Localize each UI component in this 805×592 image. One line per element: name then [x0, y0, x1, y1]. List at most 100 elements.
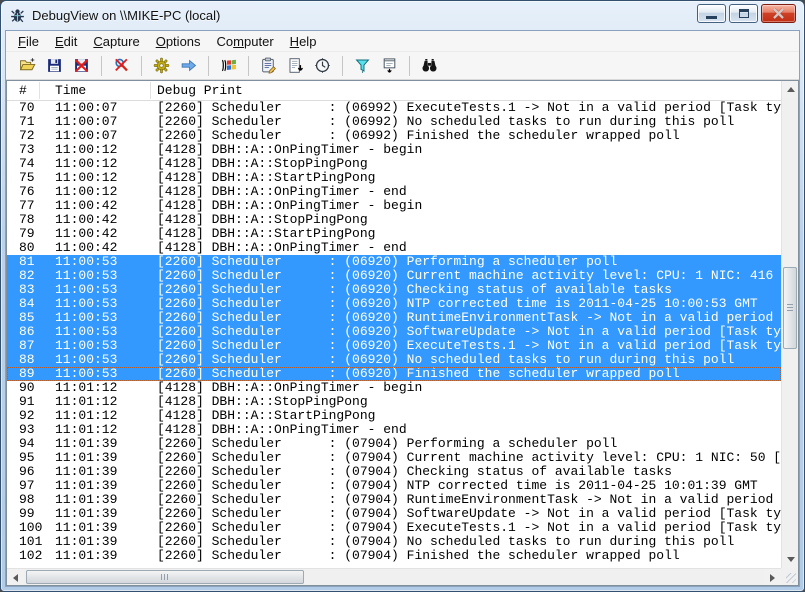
row-debug-print: [2260] Scheduler : (07904) RuntimeEnviro…	[157, 493, 781, 507]
debugview-window: DebugView on \\MIKE-PC (local) FileEditC…	[0, 0, 805, 592]
toolbar-separator	[342, 56, 343, 76]
toolbar-group	[108, 54, 135, 77]
log-row-98[interactable]: 9811:01:39[2260] Scheduler : (07904) Run…	[7, 493, 781, 507]
toolbar	[6, 52, 799, 80]
minimize-button[interactable]	[697, 4, 726, 23]
scroll-right-button[interactable]	[764, 569, 781, 586]
column-header-debug-print[interactable]: Debug Print	[157, 81, 243, 100]
log-row-92[interactable]: 9211:01:12[4128] DBH::A::StartPingPong	[7, 409, 781, 423]
log-row-89[interactable]: 8911:00:53[2260] Scheduler : (06920) Fin…	[7, 367, 781, 381]
log-row-100[interactable]: 10011:01:39[2260] Scheduler : (07904) Ex…	[7, 521, 781, 535]
open-button[interactable]	[15, 54, 40, 77]
menu-help[interactable]: Help	[282, 31, 325, 52]
log-row-87[interactable]: 8711:00:53[2260] Scheduler : (06920) Exe…	[7, 339, 781, 353]
find-icon	[421, 57, 438, 74]
log-row-81[interactable]: 8111:00:53[2260] Scheduler : (06920) Per…	[7, 255, 781, 269]
log-row-101[interactable]: 10111:01:39[2260] Scheduler : (07904) No…	[7, 535, 781, 549]
column-header-number[interactable]: #	[19, 81, 27, 100]
log-row-85[interactable]: 8511:00:53[2260] Scheduler : (06920) Run…	[7, 311, 781, 325]
log-row-102[interactable]: 10211:01:39[2260] Scheduler : (07904) Fi…	[7, 549, 781, 563]
autoscroll-button[interactable]	[283, 54, 308, 77]
row-time: 11:00:12	[55, 171, 157, 185]
caption-buttons	[697, 4, 796, 23]
capture-kernel-button[interactable]	[149, 54, 174, 77]
scroll-left-button[interactable]	[7, 569, 24, 586]
log-row-90[interactable]: 9011:01:12[4128] DBH::A::OnPingTimer - b…	[7, 381, 781, 395]
find-button[interactable]	[417, 54, 442, 77]
log-row-82[interactable]: 8211:00:53[2260] Scheduler : (06920) Cur…	[7, 269, 781, 283]
log-boot-button[interactable]	[256, 54, 281, 77]
log-row-86[interactable]: 8611:00:53[2260] Scheduler : (06920) Sof…	[7, 325, 781, 339]
row-time: 11:01:12	[55, 395, 157, 409]
log-row-79[interactable]: 7911:00:42[4128] DBH::A::StartPingPong	[7, 227, 781, 241]
log-row-84[interactable]: 8411:00:53[2260] Scheduler : (06920) NTP…	[7, 297, 781, 311]
menu-file[interactable]: File	[10, 31, 47, 52]
row-number: 71	[7, 115, 55, 129]
horizontal-scroll-thumb[interactable]	[26, 570, 304, 584]
menu-options[interactable]: Options	[148, 31, 209, 52]
highlight-button[interactable]	[377, 54, 402, 77]
arrow-up-icon	[787, 83, 795, 92]
row-debug-print: [2260] Scheduler : (07904) SoftwareUpdat…	[157, 507, 781, 521]
column-divider[interactable]	[39, 82, 40, 99]
log-row-77[interactable]: 7711:00:42[4128] DBH::A::OnPingTimer - b…	[7, 199, 781, 213]
row-debug-print: [4128] DBH::A::StartPingPong	[157, 409, 781, 423]
log-row-70[interactable]: 7011:00:07[2260] Scheduler : (06992) Exe…	[7, 101, 781, 115]
filter-button[interactable]	[350, 54, 375, 77]
log-row-75[interactable]: 7511:00:12[4128] DBH::A::StartPingPong	[7, 171, 781, 185]
menu-computer[interactable]: Computer	[209, 31, 282, 52]
menu-edit[interactable]: Edit	[47, 31, 85, 52]
log-row-71[interactable]: 7111:00:07[2260] Scheduler : (06992) No …	[7, 115, 781, 129]
log-row-72[interactable]: 7211:00:07[2260] Scheduler : (06992) Fin…	[7, 129, 781, 143]
log-to-file-button[interactable]	[69, 54, 94, 77]
row-debug-print: [4128] DBH::A::StartPingPong	[157, 227, 781, 241]
titlebar[interactable]: DebugView on \\MIKE-PC (local)	[1, 1, 804, 30]
scroll-up-button[interactable]	[782, 81, 799, 98]
save-button[interactable]	[42, 54, 67, 77]
log-row-73[interactable]: 7311:00:12[4128] DBH::A::OnPingTimer - b…	[7, 143, 781, 157]
resize-grip-icon[interactable]	[786, 573, 796, 583]
row-time: 11:00:53	[55, 255, 157, 269]
capture-events-button[interactable]	[109, 54, 134, 77]
passthrough-icon	[180, 57, 197, 74]
row-debug-print: [2260] Scheduler : (06920) Finished the …	[157, 367, 781, 381]
horizontal-scrollbar[interactable]	[7, 568, 781, 585]
row-time: 11:01:39	[55, 521, 157, 535]
row-number: 91	[7, 395, 55, 409]
clock-time-button[interactable]	[310, 54, 335, 77]
log-row-94[interactable]: 9411:01:39[2260] Scheduler : (07904) Per…	[7, 437, 781, 451]
vertical-scroll-thumb[interactable]	[783, 267, 797, 349]
passthrough-button[interactable]	[176, 54, 201, 77]
row-number: 85	[7, 311, 55, 325]
log-row-88[interactable]: 8811:00:53[2260] Scheduler : (06920) No …	[7, 353, 781, 367]
capture-events-icon	[113, 57, 130, 74]
row-number: 89	[7, 367, 55, 381]
row-number: 93	[7, 423, 55, 437]
log-row-96[interactable]: 9611:01:39[2260] Scheduler : (07904) Che…	[7, 465, 781, 479]
log-row-78[interactable]: 7811:00:42[4128] DBH::A::StopPingPong	[7, 213, 781, 227]
log-row-74[interactable]: 7411:00:12[4128] DBH::A::StopPingPong	[7, 157, 781, 171]
log-row-91[interactable]: 9111:01:12[4128] DBH::A::StopPingPong	[7, 395, 781, 409]
vertical-scrollbar[interactable]	[781, 81, 798, 568]
row-debug-print: [4128] DBH::A::StopPingPong	[157, 157, 781, 171]
capture-win32-button[interactable]	[216, 54, 241, 77]
log-row-76[interactable]: 7611:00:12[4128] DBH::A::OnPingTimer - e…	[7, 185, 781, 199]
row-time: 11:00:42	[55, 199, 157, 213]
menu-capture[interactable]: Capture	[85, 31, 147, 52]
log-row-83[interactable]: 8311:00:53[2260] Scheduler : (06920) Che…	[7, 283, 781, 297]
close-button[interactable]	[761, 4, 796, 23]
row-time: 11:00:12	[55, 143, 157, 157]
log-row-80[interactable]: 8011:00:42[4128] DBH::A::OnPingTimer - e…	[7, 241, 781, 255]
row-time: 11:00:53	[55, 339, 157, 353]
log-row-99[interactable]: 9911:01:39[2260] Scheduler : (07904) Sof…	[7, 507, 781, 521]
log-row-95[interactable]: 9511:01:39[2260] Scheduler : (07904) Cur…	[7, 451, 781, 465]
row-debug-print: [2260] Scheduler : (06992) Finished the …	[157, 129, 781, 143]
row-debug-print: [2260] Scheduler : (06992) ExecuteTests.…	[157, 101, 781, 115]
arrow-down-icon	[787, 557, 795, 566]
column-header-time[interactable]: Time	[55, 81, 86, 100]
scroll-down-button[interactable]	[782, 551, 799, 568]
maximize-button[interactable]	[729, 4, 758, 23]
column-divider[interactable]	[150, 82, 151, 99]
log-row-93[interactable]: 9311:01:12[4128] DBH::A::OnPingTimer - e…	[7, 423, 781, 437]
log-row-97[interactable]: 9711:01:39[2260] Scheduler : (07904) NTP…	[7, 479, 781, 493]
